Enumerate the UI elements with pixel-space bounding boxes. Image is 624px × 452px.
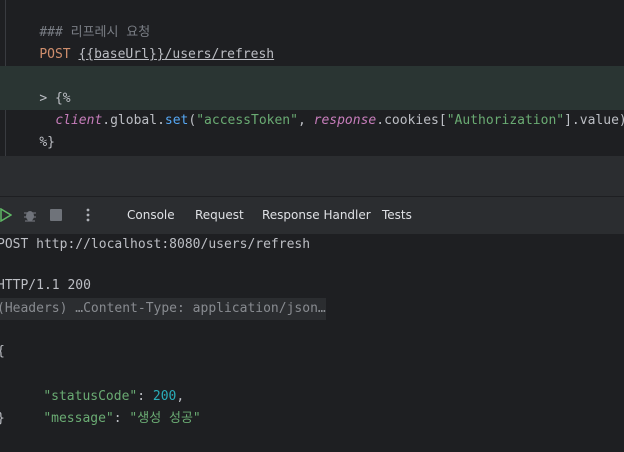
- base-url-variable[interactable]: {{baseUrl}}: [78, 47, 164, 62]
- json-open-brace: {: [0, 341, 5, 363]
- cookies-accessor: .cookies: [376, 113, 439, 128]
- script-close: %}: [39, 135, 55, 150]
- tab-response-handler[interactable]: Response Handler: [262, 208, 371, 222]
- http-method: POST: [39, 47, 71, 62]
- stop-icon[interactable]: [50, 209, 62, 221]
- console-status-line: HTTP/1.1 200: [0, 278, 91, 293]
- console-request-line: POST http://localhost:8080/users/refresh: [0, 237, 311, 252]
- request-line[interactable]: POST {{baseUrl}}/users/refresh: [8, 22, 274, 62]
- more-options-icon[interactable]: [86, 207, 90, 223]
- value-accessor: ].value);: [564, 113, 624, 128]
- script-open-line[interactable]: > {%: [8, 66, 70, 106]
- comment-line[interactable]: ### 리프레시 요청: [8, 0, 150, 40]
- tab-console[interactable]: Console: [121, 208, 181, 236]
- client-object: client: [55, 113, 103, 128]
- cookie-key: "Authorization": [446, 113, 565, 128]
- panel-divider[interactable]: [0, 156, 624, 196]
- token-name: "accessToken": [196, 113, 298, 128]
- response-object: response: [313, 113, 377, 128]
- tab-request[interactable]: Request: [195, 208, 244, 222]
- console-toolbar: Console Request Response Handler Tests: [0, 196, 624, 236]
- set-function: set: [164, 113, 189, 128]
- debug-icon[interactable]: [22, 207, 38, 223]
- json-status-code-row: "statusCode": 200,: [43, 389, 185, 404]
- console-output[interactable]: POST http://localhost:8080/users/refresh…: [0, 234, 624, 426]
- headers-collapsed[interactable]: (Headers) …Content-Type: application/jso…: [0, 298, 326, 320]
- json-close-brace: }: [0, 408, 5, 430]
- editor-panel[interactable]: ### 리프레시 요청 POST {{baseUrl}}/users/refre…: [0, 0, 624, 156]
- tab-tests[interactable]: Tests: [382, 208, 412, 222]
- script-close-line[interactable]: %}: [8, 110, 55, 150]
- url-path: /users/refresh: [164, 47, 275, 62]
- script-body-line[interactable]: client.global.set("accessToken", respons…: [24, 88, 624, 128]
- json-message-row: "message": "생성 성공": [43, 411, 201, 426]
- global-accessor: .global.: [102, 113, 165, 128]
- run-icon[interactable]: [0, 208, 12, 222]
